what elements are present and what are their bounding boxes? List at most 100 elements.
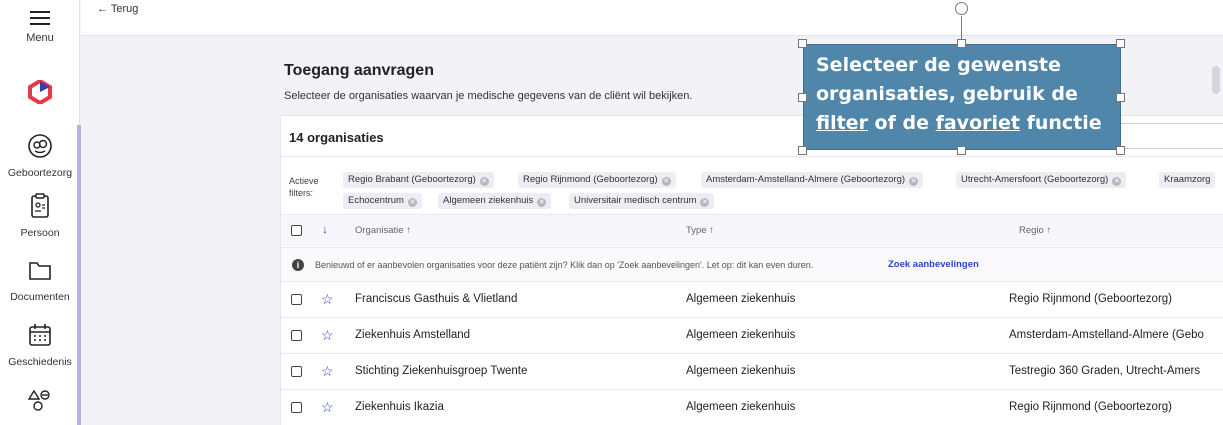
- favorite-star-icon[interactable]: ☆: [321, 399, 334, 416]
- table-row[interactable]: ☆ Ziekenhuis Ikazia Algemeen ziekenhuis …: [281, 389, 1223, 425]
- rotate-handle-icon[interactable]: [955, 2, 968, 15]
- filter-chip[interactable]: Regio Rijnmond (Geboortezorg) ✕: [518, 172, 676, 188]
- cell-type: Algemeen ziekenhuis: [686, 401, 796, 413]
- table-header: ↓ Organisatie ↑ Type ↑ Regio ↑: [281, 214, 1223, 246]
- remove-filter-icon[interactable]: ✕: [479, 177, 489, 186]
- table-row[interactable]: ☆ Ziekenhuis Amstelland Algemeen ziekenh…: [281, 317, 1223, 353]
- menu-button[interactable]: Menu: [0, 10, 80, 44]
- app-logo-icon: [28, 80, 52, 104]
- results-count: 14 organisaties: [289, 130, 384, 145]
- callout-line-1: Selecteer de gewenste: [816, 54, 1061, 76]
- cell-organisatie: Stichting Ziekenhuisgroep Twente: [355, 365, 528, 377]
- search-input[interactable]: [1108, 123, 1223, 149]
- row-checkbox[interactable]: [291, 366, 302, 377]
- remove-filter-icon[interactable]: ✕: [661, 177, 671, 186]
- shapes-icon: [27, 389, 50, 411]
- cell-type: Algemeen ziekenhuis: [686, 329, 796, 341]
- find-recommendations-link[interactable]: Zoek aanbevelingen: [888, 259, 979, 270]
- callout-favoriet-word: favoriet: [935, 112, 1020, 134]
- cell-organisatie: Ziekenhuis Amstelland: [355, 329, 471, 341]
- column-header-organisatie[interactable]: Organisatie ↑: [355, 225, 411, 236]
- favorite-star-icon[interactable]: ☆: [321, 363, 334, 380]
- row-checkbox[interactable]: [291, 402, 302, 413]
- callout-text: Selecteer de gewenste organisaties, gebr…: [816, 51, 1108, 138]
- sort-down-icon[interactable]: ↓: [322, 222, 328, 236]
- filter-chip-label: Regio Rijnmond (Geboortezorg): [523, 174, 658, 185]
- resize-handle[interactable]: [1116, 93, 1125, 102]
- page-title: Toegang aanvragen: [284, 62, 434, 79]
- callout-line-3: filter of de favoriet functie: [816, 109, 1108, 138]
- top-bar: ← Terug: [81, 0, 1223, 36]
- nav-item-geschiedenis[interactable]: Geschiedenis: [0, 322, 80, 368]
- baby-icon: [28, 134, 52, 158]
- filter-chip[interactable]: Amsterdam-Amstelland-Almere (Geboortezor…: [701, 172, 924, 188]
- info-icon: i: [292, 259, 304, 271]
- nav-label-geschiedenis: Geschiedenis: [8, 356, 72, 368]
- filter-chip[interactable]: Universitair medisch centrum ✕: [569, 193, 715, 209]
- cell-regio: Amsterdam-Amstelland-Almere (Gebo: [1009, 329, 1204, 341]
- callout-filter-word: filter: [816, 112, 868, 134]
- resize-handle[interactable]: [798, 39, 807, 48]
- instruction-callout: Selecteer de gewenste organisaties, gebr…: [803, 44, 1121, 150]
- row-checkbox[interactable]: [291, 330, 302, 341]
- menu-label: Menu: [26, 32, 54, 44]
- cell-regio: Regio Rijnmond (Geboortezorg): [1009, 401, 1172, 413]
- divider: [281, 156, 1223, 157]
- filter-chip-label: Regio Brabant (Geboortezorg): [348, 174, 476, 185]
- resize-handle[interactable]: [1116, 146, 1125, 155]
- resize-handle[interactable]: [798, 93, 807, 102]
- remove-filter-icon[interactable]: ✕: [909, 177, 919, 186]
- cell-type: Algemeen ziekenhuis: [686, 365, 796, 377]
- hamburger-icon: [30, 10, 50, 26]
- column-header-type[interactable]: Type ↑: [686, 225, 714, 236]
- active-filters-label: Actieve filters:: [289, 176, 319, 198]
- table-row[interactable]: ☆ Stichting Ziekenhuisgroep Twente Algem…: [281, 353, 1223, 389]
- nav-label-persoon: Persoon: [20, 227, 60, 239]
- nav-item-documenten[interactable]: Documenten: [0, 257, 80, 303]
- cell-regio: Testregio 360 Graden, Utrecht-Amers: [1009, 365, 1201, 377]
- filter-chip[interactable]: Echocentrum ✕: [343, 193, 422, 209]
- nav-label-geboortezorg: Geboortezorg: [7, 167, 73, 179]
- nav-item-persoon[interactable]: Persoon: [0, 193, 80, 239]
- back-link[interactable]: ← Terug: [97, 3, 138, 15]
- callout-functie-word: functie: [1019, 112, 1102, 134]
- resize-handle[interactable]: [798, 146, 807, 155]
- cell-type: Algemeen ziekenhuis: [686, 293, 796, 305]
- left-navigation: Menu Geboortezorg Persoon Documenten Ges…: [0, 0, 81, 425]
- table-row[interactable]: ☆ Franciscus Gasthuis & Vlietland Algeme…: [281, 281, 1223, 317]
- resize-handle[interactable]: [957, 146, 966, 155]
- resize-handle[interactable]: [1116, 39, 1125, 48]
- filter-chip[interactable]: Algemeen ziekenhuis ✕: [438, 193, 552, 209]
- callout-line-2: organisaties, gebruik de: [816, 83, 1078, 105]
- calendar-icon: [29, 324, 51, 346]
- nav-item-geboortezorg[interactable]: Geboortezorg: [0, 133, 80, 179]
- scrollbar[interactable]: [1212, 66, 1220, 94]
- filter-chip-label: Amsterdam-Amstelland-Almere (Geboortezor…: [706, 174, 906, 185]
- column-header-regio[interactable]: Regio ↑: [1019, 225, 1051, 236]
- recommendations-info: i Benieuwd of er aanbevolen organisaties…: [281, 247, 1223, 281]
- nav-label-documenten: Documenten: [10, 291, 70, 303]
- remove-filter-icon[interactable]: ✕: [700, 198, 710, 207]
- cell-organisatie: Franciscus Gasthuis & Vlietland: [355, 293, 518, 305]
- select-all-checkbox[interactable]: [291, 225, 302, 236]
- nav-item-shapes[interactable]: [0, 388, 80, 414]
- filter-chip[interactable]: Regio Brabant (Geboortezorg) ✕: [343, 172, 494, 188]
- remove-filter-icon[interactable]: ✕: [537, 198, 547, 207]
- favorite-star-icon[interactable]: ☆: [321, 291, 334, 308]
- row-checkbox[interactable]: [291, 294, 302, 305]
- filter-chip-label: Algemeen ziekenhuis: [443, 195, 534, 206]
- cell-organisatie: Ziekenhuis Ikazia: [355, 401, 444, 413]
- filter-chip[interactable]: Kraamzorg: [1159, 172, 1216, 188]
- resize-handle[interactable]: [957, 39, 966, 48]
- cell-regio: Regio Rijnmond (Geboortezorg): [1009, 293, 1172, 305]
- organisations-card: 14 organisaties Actieve filters: Regio B…: [280, 115, 1223, 425]
- filter-chip[interactable]: Utrecht-Amersfoort (Geboortezorg) ✕: [956, 172, 1127, 188]
- remove-filter-icon[interactable]: ✕: [407, 198, 417, 207]
- person-card-icon: [31, 193, 49, 218]
- page-subtitle: Selecteer de organisaties waarvan je med…: [284, 90, 693, 102]
- folder-icon: [29, 262, 51, 280]
- favorite-star-icon[interactable]: ☆: [321, 327, 334, 344]
- nav-active-indicator: [77, 125, 81, 425]
- callout-connector: of de: [867, 112, 936, 134]
- remove-filter-icon[interactable]: ✕: [1112, 177, 1122, 186]
